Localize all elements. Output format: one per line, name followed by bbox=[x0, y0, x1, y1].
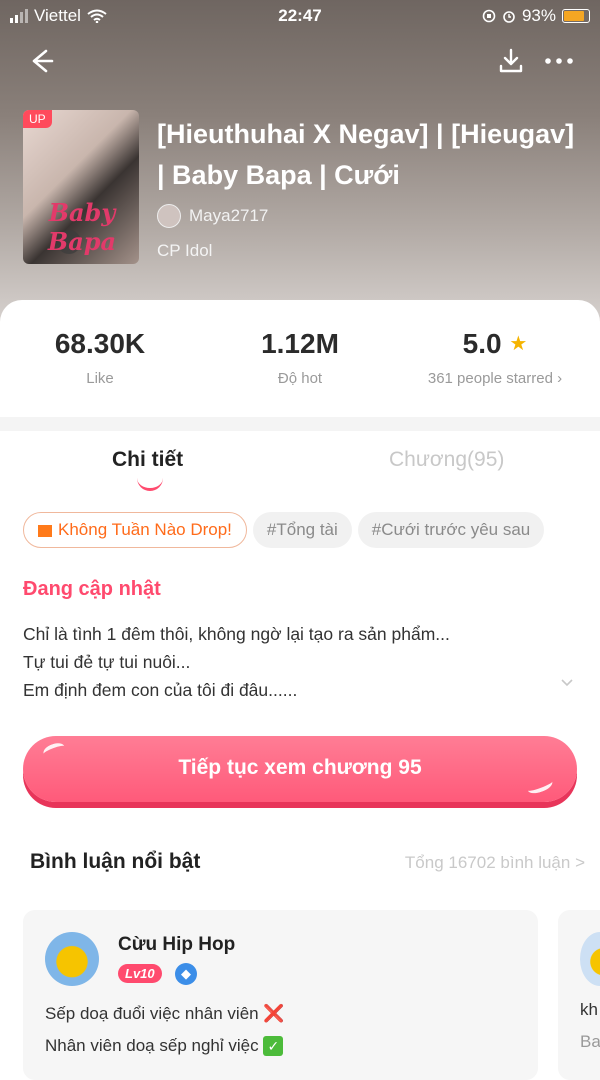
synopsis-line: Chỉ là tình 1 đêm thôi, không ngờ lại tạ… bbox=[23, 624, 450, 644]
continue-reading-label: Tiếp tục xem chương 95 bbox=[178, 756, 422, 779]
continue-reading-button[interactable]: Tiếp tục xem chương 95 bbox=[23, 736, 577, 802]
star-icon: ★ bbox=[509, 333, 528, 355]
tag-label: Không Tuần Nào Drop! bbox=[58, 520, 232, 539]
book-header: Viettel 22:47 93% UP Baby Bapa [Hieuthuh… bbox=[0, 0, 600, 330]
comments-heading: Bình luận nổi bật bbox=[30, 850, 201, 873]
tag-list: Không Tuần Nào Drop! #Tổng tài #Cưới trước… bbox=[23, 512, 583, 552]
button-gloss bbox=[525, 775, 555, 797]
battery-icon bbox=[562, 9, 590, 23]
update-status: Đang cập nhật bbox=[23, 578, 161, 600]
comment-line: kh bbox=[580, 1000, 598, 1019]
comment-body: Sếp doạ đuổi việc nhân viên ❌ Nhân viên … bbox=[45, 998, 285, 1062]
flag-icon bbox=[38, 525, 52, 537]
stats-row: 68.30K Like 1.12M Độ hot 5.0 ★ 361 peopl… bbox=[0, 320, 600, 416]
author-row[interactable]: Maya2717 bbox=[157, 204, 268, 228]
tab-chapters[interactable]: Chương(95) bbox=[389, 448, 504, 472]
cross-mark-icon: ❌ bbox=[263, 1004, 285, 1023]
comment-line: Ba bbox=[580, 1032, 600, 1051]
update-badge: UP bbox=[23, 110, 52, 128]
synopsis-line: Em định đem con của tôi đi đâu...... bbox=[23, 680, 298, 700]
tag-label: #Tổng tài bbox=[266, 520, 338, 539]
cover-title: Baby Bapa bbox=[47, 198, 117, 256]
comment-username: Cừu Hip Hop bbox=[118, 934, 236, 955]
rank-icon: ◆ bbox=[175, 963, 197, 985]
author-avatar bbox=[157, 204, 181, 228]
book-cover[interactable]: UP Baby Bapa bbox=[23, 110, 139, 264]
status-bar: Viettel 22:47 93% bbox=[0, 0, 600, 32]
chevron-down-icon[interactable] bbox=[560, 676, 574, 690]
comment-card[interactable]: Cừu Hip Hop Lv10 ◆ Sếp doạ đuổi việc nhâ… bbox=[23, 910, 538, 1080]
tab-details[interactable]: Chi tiết bbox=[112, 448, 183, 472]
alarm-icon bbox=[503, 11, 515, 23]
battery-percent: 93% bbox=[521, 6, 556, 25]
comments-total-link[interactable]: Tổng 16702 bình luận > bbox=[405, 853, 585, 873]
level-badge: Lv10 bbox=[118, 964, 162, 983]
likes-label: Like bbox=[86, 370, 114, 387]
tag-chip[interactable]: Không Tuần Nào Drop! bbox=[23, 512, 247, 548]
tag-chip[interactable]: #Tổng tài bbox=[252, 512, 352, 548]
tab-bar: Chi tiết Chương(95) bbox=[0, 448, 600, 498]
active-tab-indicator bbox=[137, 478, 163, 491]
likes-stat: 68.30K Like bbox=[0, 328, 200, 387]
comment-line: Sếp doạ đuổi việc nhân viên bbox=[45, 1004, 259, 1023]
tag-label: #Cưới trước yêu sau bbox=[371, 520, 531, 539]
synopsis-line: Tự tui đẻ tự tui nuôi... bbox=[23, 652, 191, 672]
likes-count: 68.30K bbox=[54, 328, 146, 359]
comment-card[interactable]: kh Ba bbox=[558, 910, 600, 1080]
rating-value: 5.0 bbox=[462, 328, 502, 359]
synopsis[interactable]: Chỉ là tình 1 đêm thôi, không ngờ lại tạ… bbox=[23, 620, 543, 704]
section-divider bbox=[0, 417, 600, 431]
book-category: CP Idol bbox=[157, 241, 213, 260]
tag-chip[interactable]: #Cưới trước yêu sau bbox=[357, 512, 545, 548]
hot-label: Độ hot bbox=[277, 370, 323, 387]
top-navigation bbox=[0, 40, 600, 84]
button-gloss bbox=[41, 740, 67, 760]
book-title: [Hieuthuhai X Negav] | [Hieugav] | Baby … bbox=[157, 119, 575, 190]
user-avatar bbox=[45, 932, 99, 986]
back-arrow-icon[interactable] bbox=[26, 46, 56, 76]
author-name: Maya2717 bbox=[189, 206, 269, 225]
rating-stat[interactable]: 5.0 ★ 361 people starred › bbox=[395, 328, 595, 387]
rating-arrow-icon: › bbox=[557, 370, 563, 387]
rotation-lock-icon bbox=[482, 9, 496, 23]
hot-stat: 1.12M Độ hot bbox=[200, 328, 400, 387]
rating-count: 361 people starred bbox=[427, 370, 553, 387]
more-options-icon[interactable] bbox=[542, 46, 576, 76]
check-mark-icon: ✓ bbox=[263, 1036, 284, 1056]
detail-card: 68.30K Like 1.12M Độ hot 5.0 ★ 361 peopl… bbox=[0, 300, 600, 1080]
user-avatar bbox=[580, 932, 600, 986]
comment-line: Nhân viên doạ sếp nghỉ việc bbox=[45, 1036, 259, 1055]
download-icon[interactable] bbox=[496, 46, 526, 76]
hot-count: 1.12M bbox=[261, 328, 339, 359]
